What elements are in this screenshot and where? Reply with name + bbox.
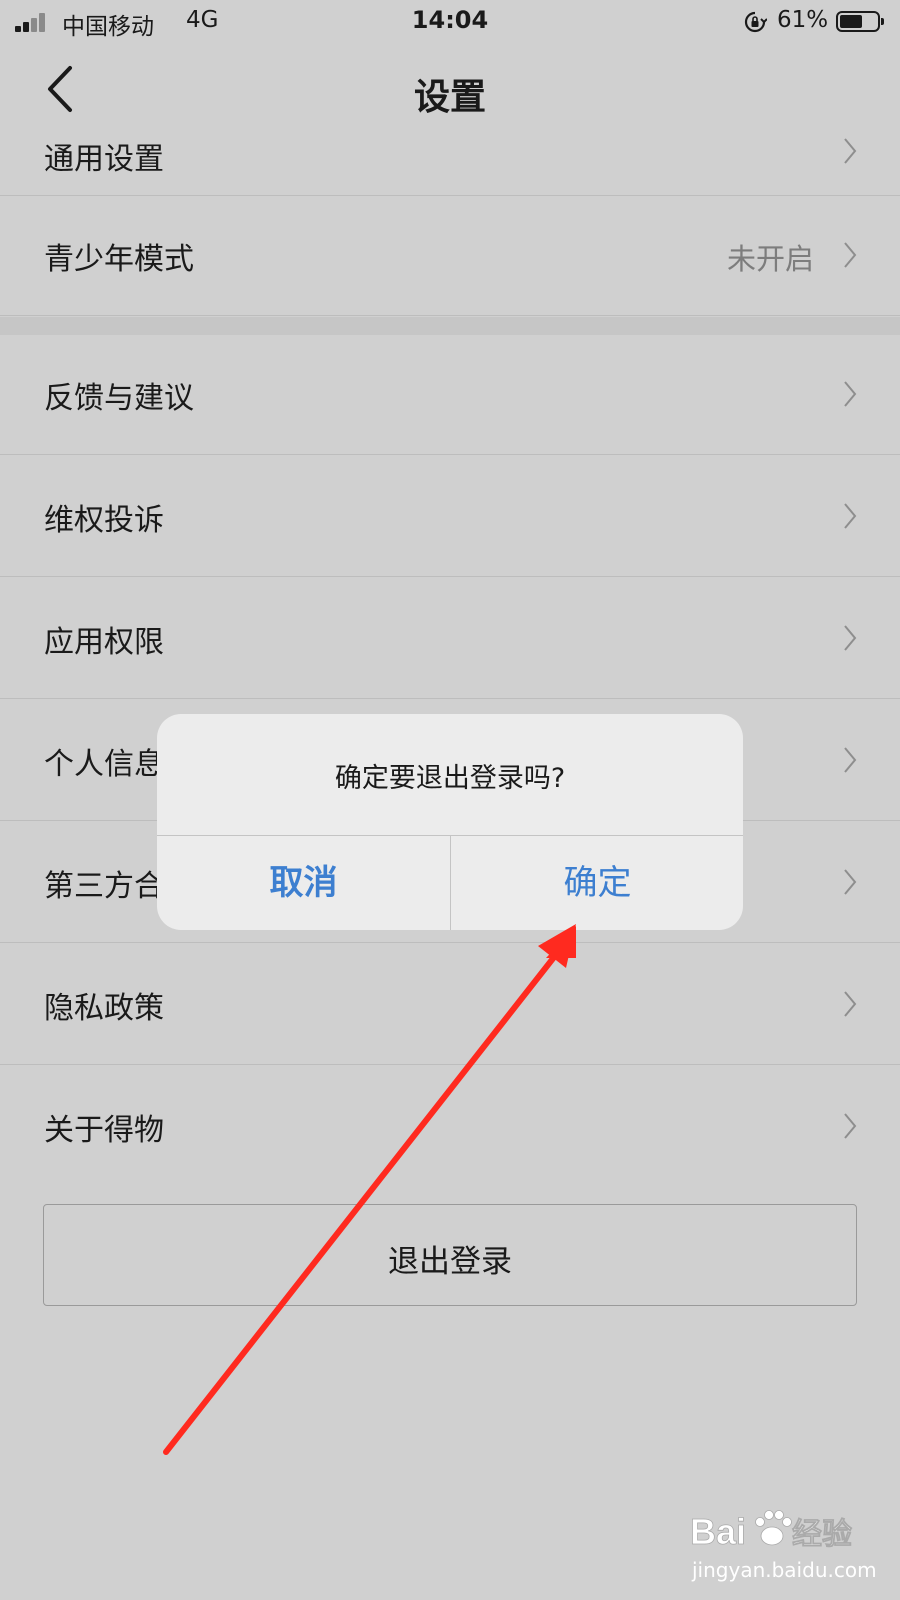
settings-screen: 中国移动 4G 14:04 61% 通用设置 设置 青少年模式 未开启 反馈与建…	[0, 0, 900, 1600]
baidu-logo-icon: Bai 经验	[690, 1510, 852, 1552]
chevron-right-icon	[844, 381, 857, 407]
chevron-right-icon	[844, 625, 857, 651]
chevron-right-icon	[844, 242, 857, 268]
chevron-right-icon	[844, 1113, 857, 1139]
row-label: 关于得物	[44, 1113, 164, 1148]
nav-bar: 设置	[0, 44, 900, 134]
chevron-right-icon	[844, 138, 857, 164]
row-label: 通用设置	[44, 142, 164, 177]
row-label: 第三方合	[44, 869, 164, 904]
svg-text:Bai: Bai	[690, 1511, 746, 1552]
settings-row-feedback[interactable]: 反馈与建议	[0, 335, 900, 455]
row-label: 青少年模式	[44, 242, 194, 277]
settings-row-complaints[interactable]: 维权投诉	[0, 457, 900, 577]
dialog-message: 确定要退出登录吗?	[334, 763, 566, 794]
baidu-watermark: Bai 经验 jingyan.baidu.com	[688, 1502, 888, 1590]
page-title: 设置	[413, 77, 486, 118]
battery-icon	[836, 11, 884, 32]
battery-percent: 61%	[777, 7, 829, 33]
cancel-button[interactable]: 取消	[157, 836, 450, 930]
rotation-lock-icon	[744, 11, 767, 33]
confirm-button[interactable]: 确定	[451, 836, 743, 930]
row-label: 维权投诉	[44, 503, 164, 538]
watermark-url: jingyan.baidu.com	[692, 1558, 877, 1582]
battery-fill	[840, 15, 862, 28]
row-label: 应用权限	[44, 625, 164, 660]
status-bar: 中国移动 4G 14:04 61%	[0, 0, 900, 44]
logout-confirm-dialog: 确定要退出登录吗? 取消 确定	[157, 714, 743, 930]
section-divider	[0, 317, 900, 335]
svg-text:经验: 经验	[792, 1517, 852, 1552]
settings-row-teen-mode[interactable]: 青少年模式 未开启	[0, 196, 900, 316]
row-label: 隐私政策	[44, 991, 164, 1026]
logout-label: 退出登录	[388, 1244, 512, 1280]
chevron-right-icon	[844, 991, 857, 1017]
chevron-right-icon	[844, 869, 857, 895]
row-value: 未开启	[726, 242, 814, 276]
settings-row-app-permissions[interactable]: 应用权限	[0, 579, 900, 699]
settings-row-privacy-policy[interactable]: 隐私政策	[0, 945, 900, 1065]
row-label: 反馈与建议	[44, 381, 194, 416]
row-label: 个人信息	[44, 747, 164, 782]
logout-button[interactable]: 退出登录	[43, 1204, 857, 1306]
chevron-right-icon	[844, 747, 857, 773]
settings-row-about[interactable]: 关于得物	[0, 1067, 900, 1187]
chevron-right-icon	[844, 503, 857, 529]
